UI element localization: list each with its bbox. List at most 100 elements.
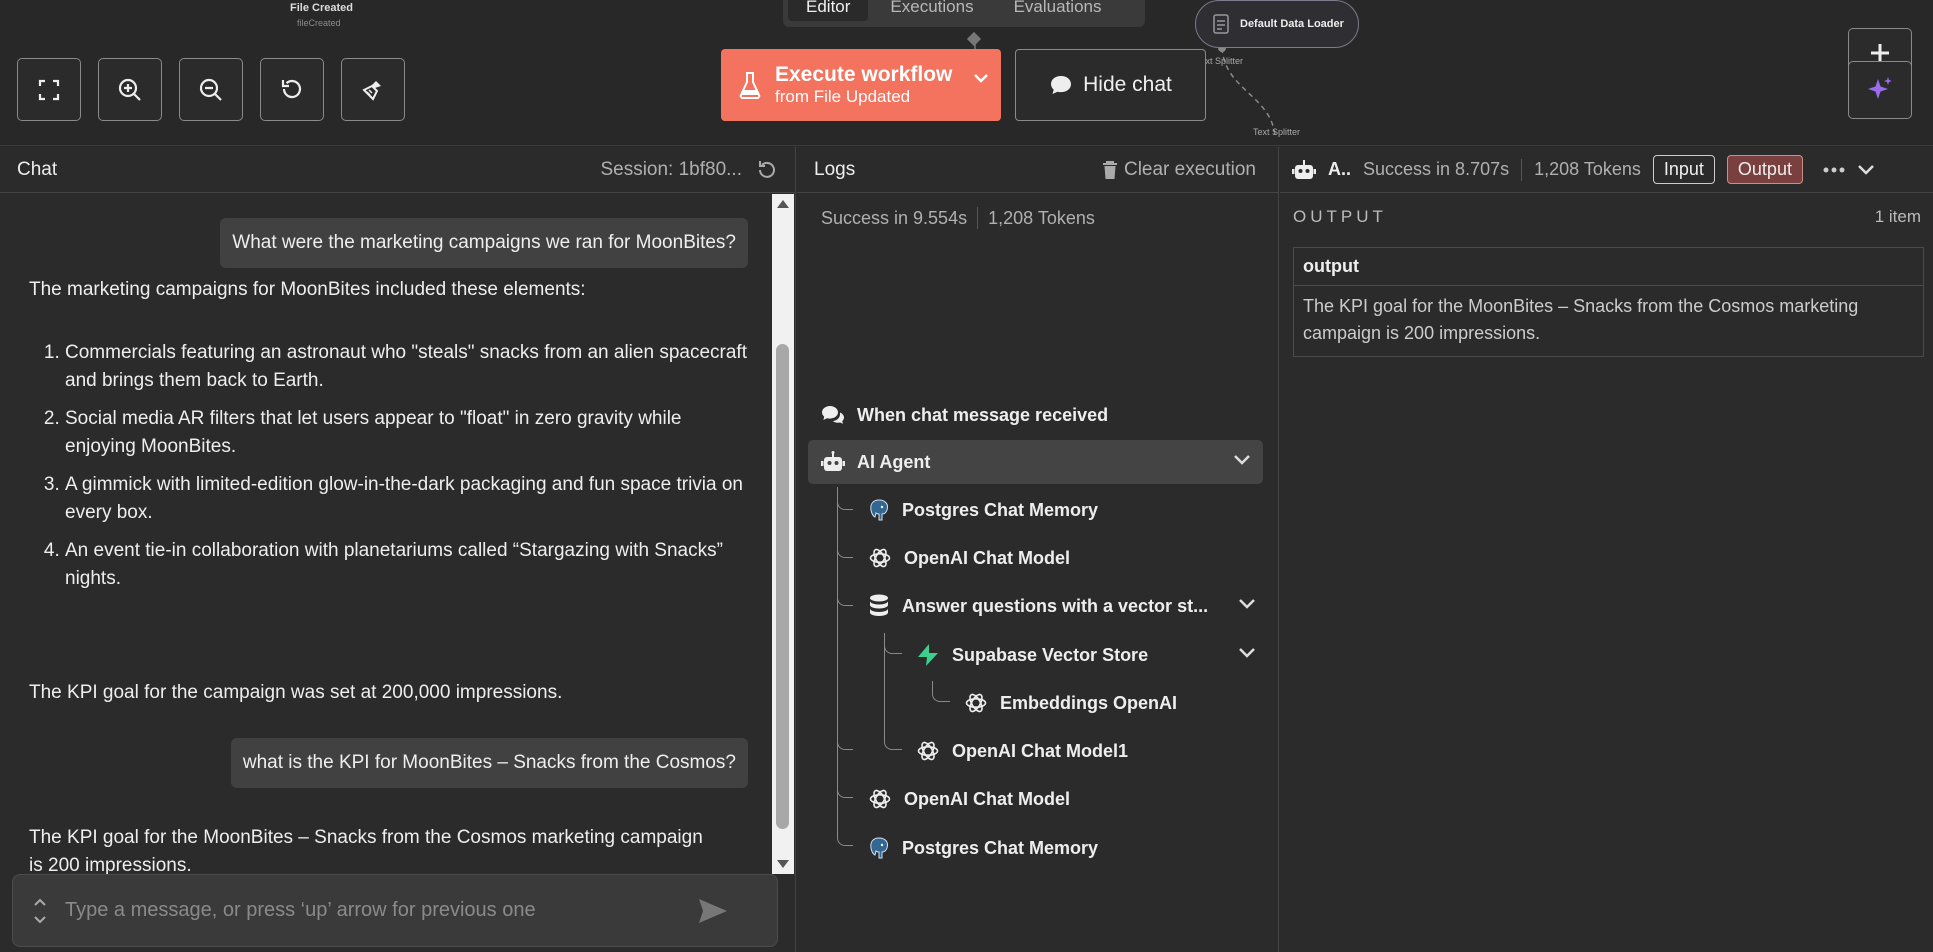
logs-summary: Success in 9.554s 1,208 Tokens bbox=[821, 207, 1095, 229]
list-item: An event tie-in collaboration with plane… bbox=[65, 537, 749, 593]
log-item-label: Answer questions with a vector st... bbox=[902, 595, 1209, 616]
chat-scrollbar[interactable] bbox=[772, 194, 794, 874]
execute-label: Execute workflow bbox=[775, 63, 953, 86]
scrollbar-thumb[interactable] bbox=[776, 344, 789, 829]
input-toggle-button[interactable]: Input bbox=[1652, 155, 1715, 184]
supabase-bolt-icon bbox=[918, 644, 938, 666]
workflow-canvas[interactable]: File Created fileCreated Text Splitter T… bbox=[0, 0, 1933, 146]
log-item-label: OpenAI Chat Model1 bbox=[952, 740, 1129, 761]
postgres-elephant-icon bbox=[870, 837, 888, 859]
chat-title: Chat bbox=[17, 158, 58, 180]
log-item-label: OpenAI Chat Model bbox=[904, 547, 1070, 568]
execute-workflow-button[interactable]: Execute workflow from File Updated bbox=[721, 49, 1001, 121]
default-data-loader-node[interactable]: Default Data Loader bbox=[1195, 0, 1359, 48]
scroll-up-arrow[interactable] bbox=[777, 200, 789, 208]
log-item-label: Embeddings OpenAI bbox=[1000, 692, 1178, 713]
log-item-chat-trigger[interactable]: When chat message received bbox=[821, 393, 1261, 437]
output-header: A.. Success in 8.707s 1,208 Tokens Input… bbox=[1280, 147, 1933, 193]
openai-icon bbox=[869, 789, 891, 809]
trigger-node-label: File Created bbox=[290, 2, 353, 14]
view-tabs: Editor Executions Evaluations bbox=[783, 0, 1145, 27]
fullscreen-icon bbox=[38, 79, 60, 100]
database-icon bbox=[870, 594, 888, 616]
openai-icon bbox=[917, 741, 939, 761]
trash-icon bbox=[1102, 160, 1117, 179]
execute-sublabel: from File Updated bbox=[775, 87, 911, 106]
log-item-embeddings[interactable]: Embeddings OpenAI bbox=[964, 681, 1264, 725]
log-item-vector-store-qa[interactable]: Answer questions with a vector st... bbox=[868, 584, 1268, 628]
chevron-down-icon[interactable] bbox=[1238, 647, 1256, 659]
log-item-openai-model1[interactable]: OpenAI Chat Model1 bbox=[916, 729, 1268, 773]
bot-message: The KPI goal for the MoonBites – Snacks … bbox=[29, 827, 703, 874]
clear-execution-button[interactable]: Clear execution bbox=[1102, 159, 1256, 181]
hide-chat-label: Hide chat bbox=[1083, 73, 1172, 96]
reset-session-icon[interactable] bbox=[756, 159, 778, 181]
openai-icon bbox=[965, 693, 987, 713]
chat-header: Chat Session: 1bf80... bbox=[0, 147, 795, 193]
chevron-down-icon[interactable] bbox=[33, 915, 47, 924]
log-item-openai-model[interactable]: OpenAI Chat Model bbox=[868, 536, 1268, 580]
openai-icon bbox=[869, 548, 891, 568]
log-item-openai-model[interactable]: OpenAI Chat Model bbox=[868, 777, 1268, 821]
logs-header: Logs Clear execution bbox=[797, 147, 1278, 193]
logs-tokens: 1,208 Tokens bbox=[988, 207, 1095, 228]
log-item-supabase[interactable]: Supabase Vector Store bbox=[916, 633, 1268, 677]
scroll-down-arrow[interactable] bbox=[777, 860, 789, 868]
chevron-down-icon[interactable] bbox=[1233, 454, 1251, 466]
output-table: output The KPI goal for the MoonBites – … bbox=[1293, 247, 1924, 357]
logs-duration: Success in 9.554s bbox=[821, 207, 968, 228]
chat-bubble-icon bbox=[1051, 76, 1072, 94]
tree-connector bbox=[884, 633, 902, 750]
log-item-label: Postgres Chat Memory bbox=[902, 499, 1099, 520]
undo-icon bbox=[281, 79, 302, 98]
chat-message-input[interactable] bbox=[65, 899, 685, 922]
tree-connector bbox=[932, 681, 950, 702]
bot-message-outro: The KPI goal for the campaign was set at… bbox=[29, 682, 563, 703]
fit-view-button[interactable] bbox=[17, 58, 81, 121]
postgres-elephant-icon bbox=[870, 499, 888, 521]
zoom-out-icon bbox=[199, 78, 222, 101]
hide-chat-button[interactable]: Hide chat bbox=[1015, 49, 1206, 121]
chevron-down-icon[interactable] bbox=[973, 73, 989, 83]
log-item-ai-agent[interactable]: AI Agent bbox=[808, 440, 1263, 484]
log-item-label: Postgres Chat Memory bbox=[902, 837, 1099, 858]
trigger-node-sublabel: fileCreated bbox=[297, 18, 341, 28]
output-toggle-button[interactable]: Output bbox=[1726, 155, 1803, 184]
sparkles-icon bbox=[1868, 77, 1892, 99]
list-item: Commercials featuring an astronaut who "… bbox=[65, 339, 749, 395]
reset-zoom-button[interactable] bbox=[260, 58, 324, 121]
output-item-count: 1 item bbox=[1874, 207, 1921, 226]
tab-editor[interactable]: Editor bbox=[788, 0, 869, 21]
send-icon[interactable] bbox=[697, 897, 729, 925]
campaign-list: Commercials featuring an astronaut who "… bbox=[29, 339, 749, 603]
user-message: What were the marketing campaigns we ran… bbox=[220, 218, 748, 268]
loader-node-label: Default Data Loader bbox=[1240, 18, 1344, 30]
output-node-name: A.. bbox=[1328, 159, 1352, 179]
chevron-up-icon[interactable] bbox=[33, 898, 47, 907]
log-item-postgres-memory[interactable]: Postgres Chat Memory bbox=[868, 826, 1268, 870]
log-item-postgres-memory[interactable]: Postgres Chat Memory bbox=[868, 488, 1268, 532]
output-column-header: output bbox=[1294, 248, 1923, 286]
session-id[interactable]: Session: 1bf80... bbox=[600, 159, 742, 181]
more-options-icon[interactable] bbox=[1823, 167, 1845, 173]
log-item-label: AI Agent bbox=[857, 451, 931, 472]
logs-title: Logs bbox=[814, 158, 856, 180]
tab-evaluations[interactable]: Evaluations bbox=[996, 0, 1120, 21]
tree-connector bbox=[837, 487, 853, 750]
user-message: what is the KPI for MoonBites – Snacks f… bbox=[230, 738, 748, 788]
log-item-label: Supabase Vector Store bbox=[952, 644, 1149, 665]
zoom-in-button[interactable] bbox=[98, 58, 162, 121]
list-item: A gimmick with limited-edition glow-in-t… bbox=[65, 471, 749, 527]
history-arrows[interactable] bbox=[33, 898, 47, 924]
robot-icon bbox=[821, 451, 845, 471]
output-section-title: OUTPUT bbox=[1293, 207, 1387, 226]
chevron-down-icon[interactable] bbox=[1238, 598, 1256, 610]
tidy-up-button[interactable] bbox=[341, 58, 405, 121]
chat-input-box bbox=[12, 874, 778, 947]
broom-icon bbox=[362, 80, 381, 101]
tab-executions[interactable]: Executions bbox=[872, 0, 991, 21]
zoom-out-button[interactable] bbox=[179, 58, 243, 121]
ai-assistant-button[interactable] bbox=[1848, 61, 1912, 119]
chevron-down-icon[interactable] bbox=[1857, 164, 1875, 176]
bot-message-intro: The marketing campaigns for MoonBites in… bbox=[29, 279, 586, 300]
